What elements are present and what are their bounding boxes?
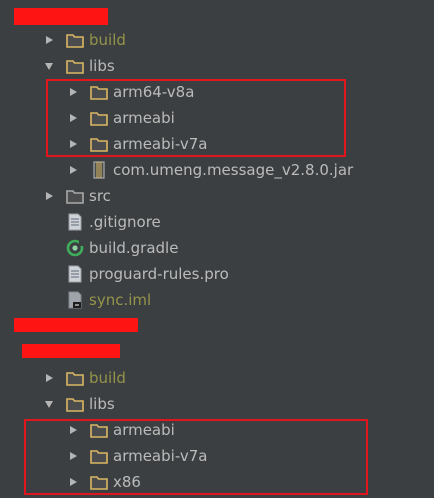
tree-item-jar[interactable]: com.umeng.message_v2.8.0.jar: [66, 158, 353, 182]
text-file-icon: [66, 213, 84, 231]
folder-icon: [66, 395, 84, 413]
tree-item-build[interactable]: build: [42, 366, 126, 390]
collapsed-arrow-icon[interactable]: [42, 371, 56, 385]
tree-item-gitignore[interactable]: .gitignore: [66, 210, 161, 234]
redacted-module-name: [14, 318, 138, 332]
expanded-arrow-icon[interactable]: [42, 397, 56, 411]
tree-item-label: libs: [89, 395, 115, 413]
tree-item-libs[interactable]: libs: [42, 392, 115, 416]
collapsed-arrow-icon[interactable]: [42, 189, 56, 203]
jar-icon: [90, 161, 108, 179]
collapsed-arrow-icon[interactable]: [42, 33, 56, 47]
tree-item-proguard[interactable]: proguard-rules.pro: [66, 262, 229, 286]
redacted-module-name: [22, 344, 120, 358]
folder-icon: [66, 187, 84, 205]
tree-item-label: libs: [89, 57, 115, 75]
folder-icon: [66, 57, 84, 75]
text-file-icon: [66, 265, 84, 283]
folder-icon: [66, 369, 84, 387]
tree-item-label: .gitignore: [89, 213, 161, 231]
tree-item-src[interactable]: src: [42, 184, 111, 208]
tree-item-label: build: [89, 369, 126, 387]
tree-item-label: com.umeng.message_v2.8.0.jar: [113, 161, 354, 179]
tree-item-label: src: [89, 187, 111, 205]
highlight-box: [24, 419, 368, 495]
iml-file-icon: [66, 291, 84, 309]
tree-item-libs[interactable]: libs: [42, 54, 115, 78]
expanded-arrow-icon[interactable]: [42, 59, 56, 73]
gradle-icon: [66, 239, 84, 257]
tree-item-iml[interactable]: sync.iml: [66, 288, 151, 312]
tree-item-label: proguard-rules.pro: [89, 265, 229, 283]
tree-item-build[interactable]: build: [42, 28, 126, 52]
highlight-box: [46, 79, 346, 157]
tree-item-label: build: [89, 31, 126, 49]
folder-icon: [66, 31, 84, 49]
tree-item-label: sync.iml: [89, 291, 152, 309]
redacted-module-name: [14, 8, 108, 25]
collapsed-arrow-icon[interactable]: [66, 163, 80, 177]
tree-item-build-gradle[interactable]: build.gradle: [66, 236, 178, 260]
tree-item-label: build.gradle: [89, 239, 179, 257]
project-tree: build libs arm64-v8a armeabi armeabi-v7a…: [0, 0, 434, 498]
